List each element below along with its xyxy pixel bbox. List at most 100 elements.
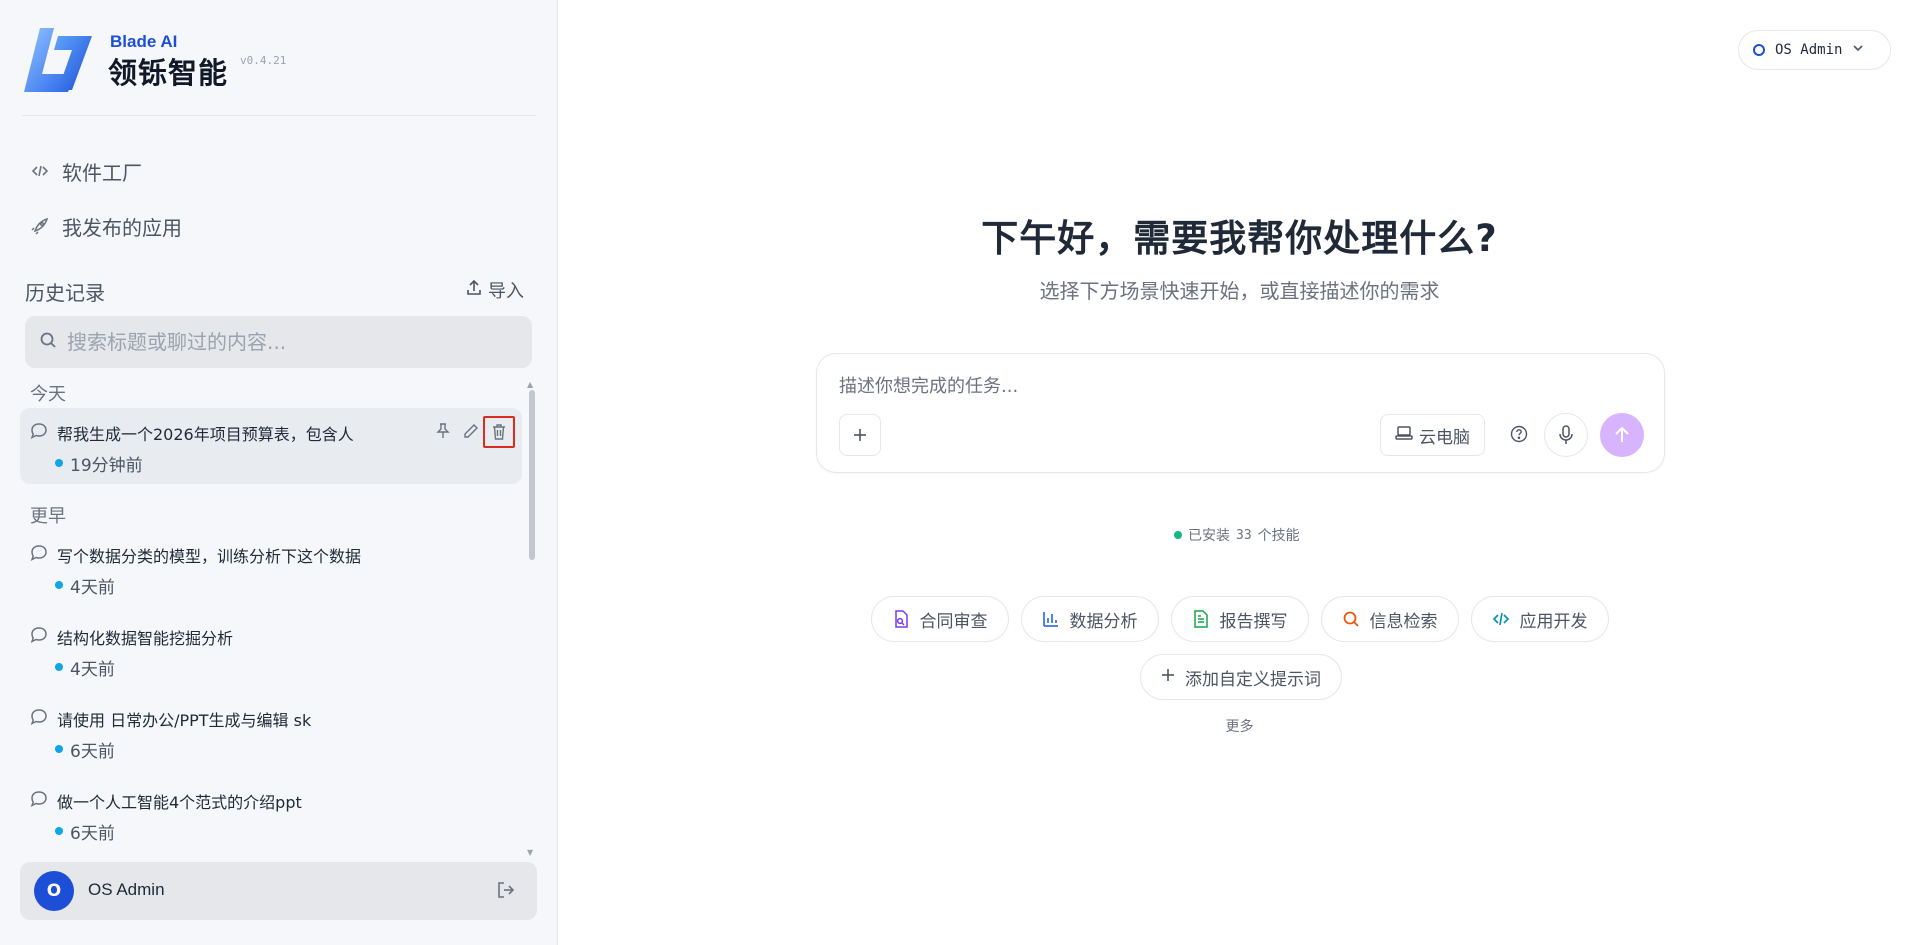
search-icon — [39, 331, 57, 353]
version-label: v0.4.21 — [240, 54, 287, 67]
search-icon — [1342, 610, 1360, 628]
chat-bubble-icon — [30, 790, 48, 808]
skills-prefix: 已安装 — [1188, 528, 1230, 544]
chip-label: 合同审查 — [919, 611, 988, 632]
user-name: OS Admin — [88, 880, 165, 899]
history-item-title: 请使用 日常办公/PPT生成与编辑 sk — [57, 711, 312, 730]
import-button[interactable]: 导入 — [466, 277, 524, 303]
nav-my-apps-label: 我发布的应用 — [62, 215, 182, 240]
chip-label: 应用开发 — [1519, 611, 1588, 632]
microphone-icon — [1559, 425, 1573, 444]
help-icon[interactable] — [1507, 422, 1531, 446]
user-bar[interactable]: O OS Admin — [20, 862, 537, 920]
history-item-title: 做一个人工智能4个范式的介绍ppt — [57, 793, 302, 812]
avatar: O — [34, 871, 74, 911]
chat-bubble-icon — [30, 708, 48, 726]
chip-label: 数据分析 — [1069, 611, 1138, 632]
computer-icon — [1395, 425, 1413, 446]
history-item-time: 6天前 — [70, 742, 115, 762]
time-dot — [55, 663, 63, 671]
prompt-input[interactable] — [839, 372, 1639, 402]
history-item[interactable]: 写个数据分类的模型，训练分析下这个数据 4天前 — [20, 530, 522, 606]
nav-software-factory-label: 软件工厂 — [62, 160, 142, 185]
history-scrollbar[interactable] — [529, 390, 535, 560]
history-item[interactable]: 做一个人工智能4个范式的介绍ppt 6天前 — [20, 776, 522, 852]
logout-icon[interactable] — [496, 880, 518, 902]
prompt-card: 云电脑 — [816, 353, 1665, 473]
delete-icon[interactable] — [483, 416, 515, 448]
code-icon — [1492, 610, 1510, 628]
skills-suffix: 个技能 — [1257, 528, 1300, 544]
status-dot — [1174, 531, 1182, 539]
chat-bubble-icon — [30, 544, 48, 562]
history-search-input[interactable] — [67, 330, 507, 354]
history-search[interactable] — [25, 316, 532, 368]
history-item-time: 19分钟前 — [70, 456, 143, 476]
history-item-title: 写个数据分类的模型，训练分析下这个数据 — [57, 547, 362, 566]
status-ring-icon — [1753, 44, 1765, 56]
send-button[interactable] — [1600, 413, 1644, 457]
history-item[interactable]: 帮我生成一个2026年项目预算表，包含人 19分钟前 — [20, 408, 522, 484]
skills-status: 已安装 33 个技能 — [1174, 525, 1300, 545]
brand-logo — [22, 26, 94, 94]
chip-report-writing[interactable]: 报告撰写 — [1170, 596, 1309, 642]
chip-contract-review[interactable]: 合同审查 — [870, 596, 1009, 642]
import-label: 导入 — [488, 281, 524, 302]
history-item-time: 4天前 — [70, 578, 115, 598]
bar-chart-icon — [1042, 610, 1060, 628]
brand-name-cn: 领铄智能 — [108, 56, 229, 90]
skills-count: 33 — [1236, 527, 1252, 543]
history-item-time: 4天前 — [70, 660, 115, 680]
history-title: 历史记录 — [25, 281, 105, 305]
scenario-chips: 合同审查 数据分析 报告撰写 信息检索 应用开发 — [559, 596, 1920, 642]
nav-software-factory[interactable]: 软件工厂 — [30, 151, 142, 191]
top-user-menu[interactable]: OS Admin — [1738, 30, 1891, 70]
chip-label: 报告撰写 — [1219, 611, 1288, 632]
time-dot — [55, 745, 63, 753]
history-item[interactable]: 请使用 日常办公/PPT生成与编辑 sk 6天前 — [20, 694, 522, 770]
sidebar-divider — [22, 115, 536, 116]
scroll-up-arrow[interactable]: ▲ — [527, 380, 533, 389]
time-dot — [55, 459, 63, 467]
time-dot — [55, 581, 63, 589]
history-item-time: 6天前 — [70, 824, 115, 844]
history-item[interactable]: 结构化数据智能挖掘分析 4天前 — [20, 612, 522, 688]
microphone-button[interactable] — [1544, 413, 1588, 457]
cloud-pc-label: 云电脑 — [1419, 427, 1470, 448]
plus-icon — [854, 429, 866, 441]
attach-button[interactable] — [839, 414, 881, 456]
contract-icon — [892, 610, 910, 628]
scroll-down-arrow[interactable]: ▼ — [527, 848, 533, 857]
top-user-name: OS Admin — [1775, 42, 1843, 58]
code-icon — [30, 161, 50, 181]
more-link[interactable]: 更多 — [559, 716, 1920, 736]
history-item-title: 帮我生成一个2026年项目预算表，包含人 — [57, 425, 354, 444]
chip-label: 信息检索 — [1369, 611, 1438, 632]
nav-my-apps[interactable]: 我发布的应用 — [30, 206, 182, 246]
sidebar: Blade AI 领铄智能 v0.4.21 软件工厂 我发布的应用 历史记录 导… — [0, 0, 558, 945]
plus-icon — [1161, 667, 1175, 687]
arrow-up-icon — [1615, 426, 1629, 442]
chip-app-dev[interactable]: 应用开发 — [1470, 596, 1609, 642]
group-today: 今天 — [30, 384, 66, 405]
chip-data-analysis[interactable]: 数据分析 — [1020, 596, 1159, 642]
greeting-subtitle: 选择下方场景快速开始，或直接描述你的需求 — [1039, 279, 1440, 303]
greeting-title: 下午好，需要我帮你处理什么? — [981, 217, 1498, 260]
document-icon — [1192, 610, 1210, 628]
upload-icon — [466, 279, 482, 301]
brand-name-en: Blade AI — [110, 32, 178, 51]
chip-info-search[interactable]: 信息检索 — [1320, 596, 1459, 642]
history-item-title: 结构化数据智能挖掘分析 — [57, 629, 234, 648]
cloud-pc-button[interactable]: 云电脑 — [1380, 414, 1485, 456]
pin-icon[interactable] — [432, 420, 454, 442]
main-area: OS Admin 下午好，需要我帮你处理什么? 选择下方场景快速开始，或直接描述… — [559, 0, 1920, 945]
time-dot — [55, 827, 63, 835]
add-custom-prompt-button[interactable]: 添加自定义提示词 — [1140, 654, 1342, 700]
chat-bubble-icon — [30, 626, 48, 644]
chat-bubble-icon — [30, 422, 48, 440]
group-earlier: 更早 — [30, 506, 66, 527]
edit-icon[interactable] — [460, 420, 482, 442]
add-prompt-label: 添加自定义提示词 — [1185, 669, 1321, 690]
rocket-icon — [30, 216, 50, 236]
chevron-down-icon — [1852, 42, 1864, 58]
